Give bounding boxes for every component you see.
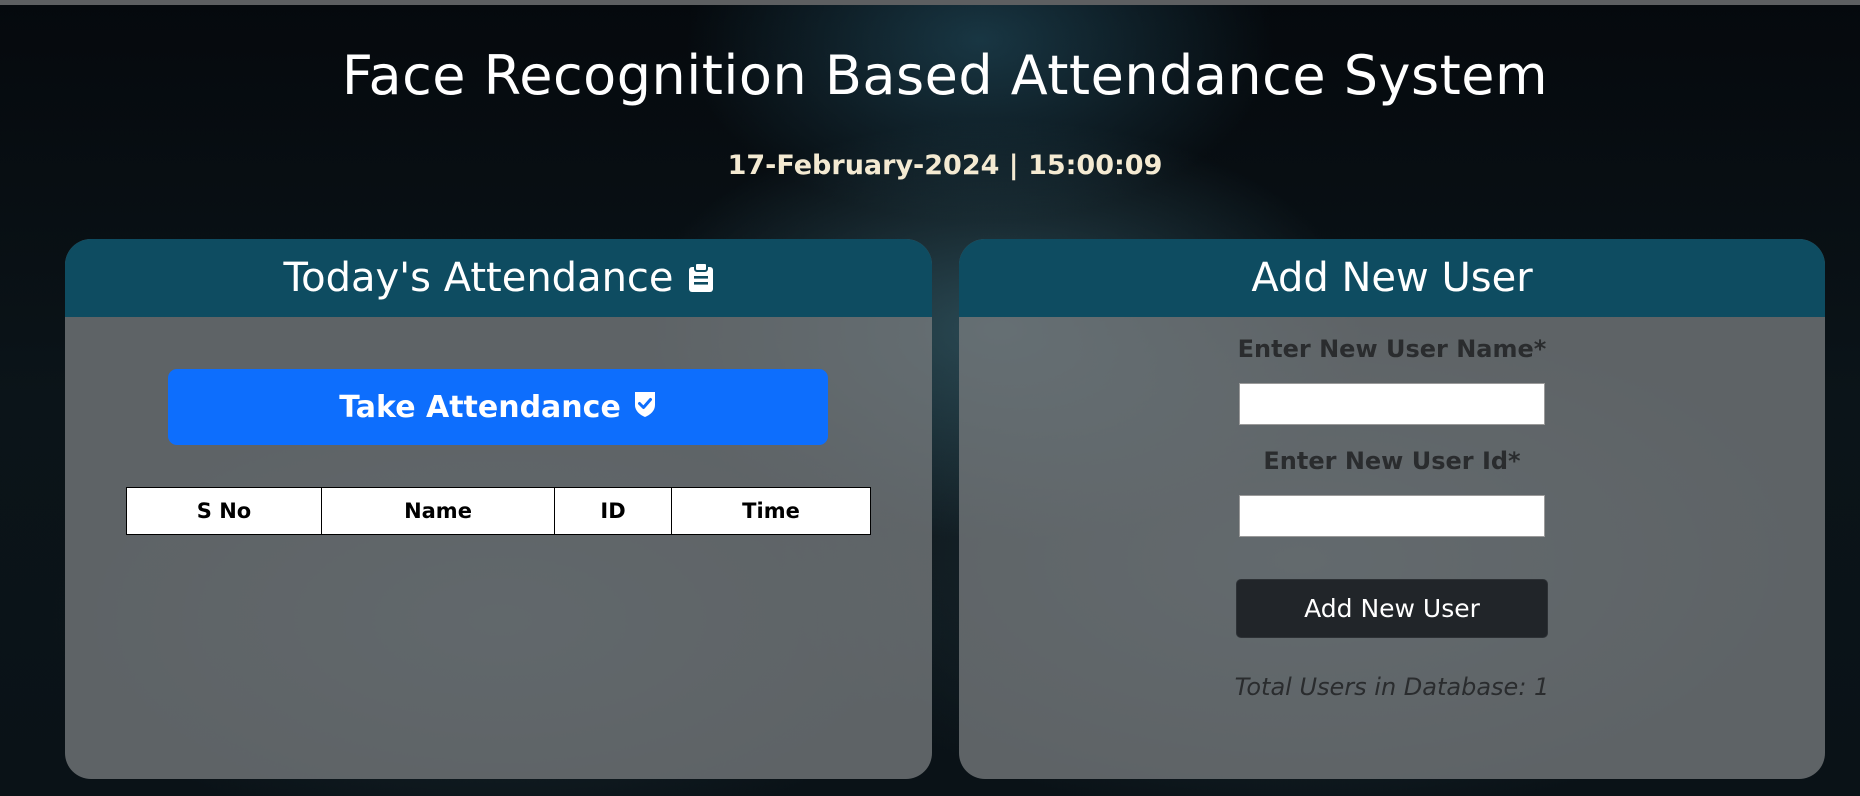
new-user-name-label: Enter New User Name* xyxy=(1237,335,1547,363)
total-users-count: Total Users in Database: 1 xyxy=(1234,673,1550,701)
clipboard-icon xyxy=(688,263,714,293)
column-header-time: Time xyxy=(671,487,871,535)
attendance-panel-title: Today's Attendance xyxy=(283,255,674,301)
page-title: Face Recognition Based Attendance System xyxy=(341,44,1549,107)
add-user-panel-header: Add New User xyxy=(959,239,1825,317)
attendance-panel: Today's Attendance Take Attendance S No … xyxy=(65,239,932,779)
new-user-id-label: Enter New User Id* xyxy=(1263,447,1521,475)
attendance-panel-header: Today's Attendance xyxy=(65,239,932,317)
attendance-table: S No Name ID Time xyxy=(126,487,871,535)
column-header-sno: S No xyxy=(126,487,322,535)
add-user-panel-title: Add New User xyxy=(1251,255,1533,301)
take-attendance-button[interactable]: Take Attendance xyxy=(168,369,828,445)
shield-check-icon xyxy=(633,390,657,418)
new-user-name-input[interactable] xyxy=(1239,383,1545,425)
add-user-panel: Add New User Enter New User Name* Enter … xyxy=(959,239,1825,779)
add-new-user-button[interactable]: Add New User xyxy=(1236,579,1548,638)
new-user-id-input[interactable] xyxy=(1239,495,1545,537)
window-top-strip xyxy=(0,0,1860,5)
current-datetime: 17-February-2024 | 15:00:09 xyxy=(727,150,1163,181)
take-attendance-label: Take Attendance xyxy=(339,389,621,425)
attendance-table-header-row: S No Name ID Time xyxy=(126,487,871,535)
column-header-name: Name xyxy=(321,487,555,535)
column-header-id: ID xyxy=(554,487,672,535)
